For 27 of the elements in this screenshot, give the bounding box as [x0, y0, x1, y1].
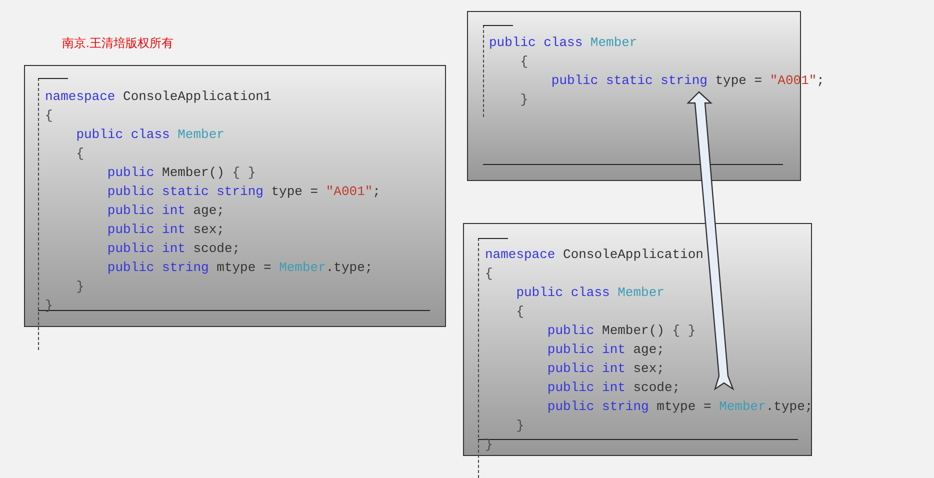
code-line: public static string type = "A001";	[106, 183, 380, 201]
code-line: namespace ConsoleApplication1	[45, 88, 272, 106]
code-line: {	[515, 303, 524, 321]
code-line: {	[45, 107, 53, 125]
code-line: }	[519, 91, 528, 109]
code-line: public int scode;	[106, 240, 240, 258]
code-line: public int age;	[106, 202, 224, 220]
code-line: public Member() { }	[546, 322, 696, 340]
code-line: namespace ConsoleApplication	[485, 246, 704, 264]
code-line: public string mtype = Member.type;	[106, 259, 373, 277]
code-line: public int scode;	[546, 379, 680, 397]
code-line: }	[515, 417, 524, 435]
code-line: }	[75, 278, 84, 296]
code-line: }	[485, 436, 493, 454]
code-line: public string mtype = Member.type;	[546, 398, 813, 416]
code-line: {	[485, 265, 493, 283]
code-line: public Member() { }	[106, 164, 256, 182]
code-line: public int age;	[546, 341, 664, 359]
code-line: {	[75, 145, 84, 163]
code-line: public int sex;	[546, 360, 664, 378]
code-line: }	[45, 297, 53, 315]
code-line: public int sex;	[106, 221, 224, 239]
code-line: public class Member	[75, 126, 224, 144]
code-line: public class Member	[489, 34, 638, 52]
copyright-text: 南京.王清培版权所有	[62, 35, 174, 52]
code-line: {	[519, 53, 528, 71]
code-line: public class Member	[515, 284, 664, 302]
